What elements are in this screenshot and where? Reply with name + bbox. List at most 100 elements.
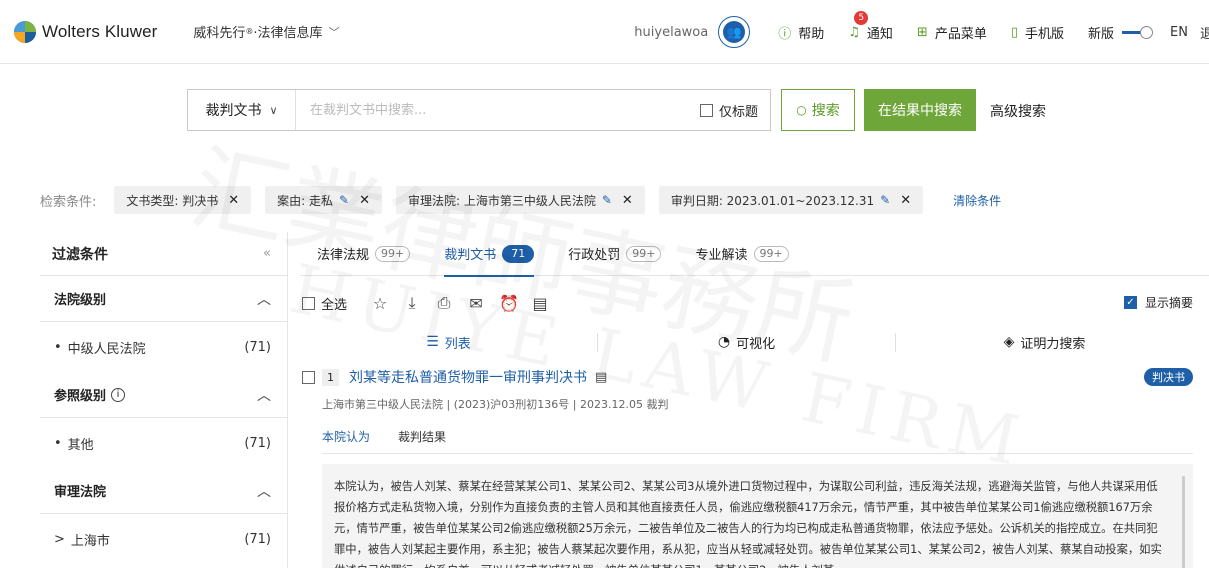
chip-text: 文书类型: 判决书 xyxy=(126,193,219,208)
section-title: 法院级别 xyxy=(54,293,107,308)
mail-icon[interactable]: ✉ xyxy=(467,294,485,313)
filter-title: 过滤条件 xyxy=(52,246,108,263)
collapse-sidebar-icon[interactable]: « xyxy=(263,246,271,261)
print-icon[interactable]: ⎙ xyxy=(435,293,453,313)
chevron-up-icon[interactable]: ︿ xyxy=(257,481,271,501)
mobile-version-label: 手机版 xyxy=(1025,26,1065,42)
tab-label: 专业解读 xyxy=(695,248,748,263)
filter-item-other[interactable]: • 其他 (71) xyxy=(40,418,287,468)
document-icon[interactable]: ▤ xyxy=(595,370,607,385)
new-version-toggle[interactable]: 新版 xyxy=(1088,23,1154,42)
item-prefix: • xyxy=(54,435,62,451)
view-evidence-search[interactable]: ◈ 证明力搜索 xyxy=(896,333,1193,352)
chevron-up-icon[interactable]: ︿ xyxy=(257,289,271,309)
item-label: 中级人民法院 xyxy=(67,341,146,357)
sub-tab-court-opinion[interactable]: 本院认为 xyxy=(322,428,370,453)
checkmark-icon[interactable]: ✓ xyxy=(1123,296,1137,309)
star-icon[interactable]: ☆ xyxy=(371,294,389,313)
user-group-icon: 👥 xyxy=(723,21,746,43)
doc-type-select[interactable]: 裁判文书 ∨ xyxy=(188,90,296,130)
tab-count: 99+ xyxy=(753,245,789,262)
title-only-checkbox[interactable]: 仅标题 xyxy=(699,101,758,120)
bell-icon: ♫ xyxy=(848,24,860,40)
result-excerpt: 本院认为，被告人刘某、蔡某在经营某某公司1、某某公司2、某某公司3从境外进口货物… xyxy=(322,464,1193,568)
result-checkbox[interactable] xyxy=(302,370,315,384)
select-all-checkbox[interactable]: 全选 xyxy=(302,294,347,313)
tab-judgments[interactable]: 裁判文书 71 xyxy=(444,232,535,277)
logout-link[interactable]: 退 xyxy=(1200,23,1209,42)
tab-count: 99+ xyxy=(626,245,662,262)
info-icon[interactable]: i xyxy=(111,387,126,402)
close-icon[interactable]: ✕ xyxy=(228,193,239,208)
download-icon[interactable]: ⤓ xyxy=(403,293,421,313)
tab-count: 71 xyxy=(502,244,535,263)
help-label: 帮助 xyxy=(798,26,825,42)
section-title: 参照级别 xyxy=(54,389,107,404)
notifications-link[interactable]: ♫ 5 通知 xyxy=(848,10,893,42)
condition-chip-doc-type: 文书类型: 判决书 ✕ xyxy=(114,186,252,214)
username[interactable]: huiyelawoa xyxy=(634,25,708,40)
item-count: (71) xyxy=(244,435,271,451)
list-icon: ☰ xyxy=(426,334,439,350)
product-switcher[interactable]: 威科先行 ® ·法律信息库 ﹀ xyxy=(193,22,339,42)
result-title-link[interactable]: 刘某等走私普通货物罪一审刑事判决书 xyxy=(349,367,587,387)
clear-conditions-link[interactable]: 清除条件 xyxy=(953,192,1001,209)
tab-admin-penalties[interactable]: 行政处罚 99+ xyxy=(568,232,662,276)
search-button[interactable]: ○ 搜索 xyxy=(781,89,855,131)
wolters-kluwer-logo-icon xyxy=(14,20,36,43)
avatar[interactable]: 👥 xyxy=(718,16,751,48)
help-icon: ⓘ xyxy=(778,26,792,42)
chevron-right-icon[interactable]: > xyxy=(54,532,65,547)
advanced-search-link[interactable]: 高级搜索 xyxy=(990,101,1046,121)
language-switch[interactable]: EN xyxy=(1170,25,1188,40)
edit-pencil-icon[interactable]: ✎ xyxy=(339,193,349,207)
view-list[interactable]: ☰ 列表 xyxy=(300,332,598,352)
notification-badge: 5 xyxy=(854,10,869,25)
help-link[interactable]: ⓘ 帮助 xyxy=(778,23,824,42)
close-icon[interactable]: ✕ xyxy=(359,193,370,208)
close-icon[interactable]: ✕ xyxy=(900,193,911,208)
filter-section-reference-level[interactable]: 参照级别 i ︿ xyxy=(40,372,287,418)
product-menu-link[interactable]: ⊞ 产品菜单 xyxy=(917,23,987,42)
mobile-icon: ▯ xyxy=(1010,24,1018,40)
tab-count: 99+ xyxy=(375,245,411,262)
layers-icon: ◈ xyxy=(1003,334,1015,350)
result-number: 1 xyxy=(322,368,339,386)
doc-type-value: 裁判文书 xyxy=(205,103,262,119)
item-label: 上海市 xyxy=(70,533,110,549)
scrollbar[interactable] xyxy=(1182,476,1185,568)
checkbox-box[interactable] xyxy=(302,296,315,310)
tab-expert-commentary[interactable]: 专业解读 99+ xyxy=(695,232,789,276)
search-in-results-button[interactable]: 在结果中搜索 xyxy=(864,89,976,131)
filter-section-court-level[interactable]: 法院级别 ︿ xyxy=(40,276,287,322)
select-all-label: 全选 xyxy=(321,297,348,313)
category-tabs: 法律法规 99+ 裁判文书 71 行政处罚 99+ 专业解读 99+ xyxy=(300,232,1209,277)
product-suffix: ·法律信息库 xyxy=(253,26,323,41)
sub-tab-judgment-result[interactable]: 裁判结果 xyxy=(398,428,446,453)
checkbox-box[interactable] xyxy=(699,103,713,117)
edit-pencil-icon[interactable]: ✎ xyxy=(602,193,612,207)
chip-text: 审判日期: 2023.01.01~2023.12.31 xyxy=(670,193,875,208)
show-summary-checkbox[interactable]: ✓ 显示摘要 xyxy=(1123,294,1193,311)
mobile-version-link[interactable]: ▯ 手机版 xyxy=(1011,23,1064,42)
toggle-switch[interactable] xyxy=(1122,26,1154,39)
view-visualization[interactable]: ◔ 可视化 xyxy=(598,332,896,352)
view-label: 证明力搜索 xyxy=(1020,336,1086,352)
grid-icon: ⊞ xyxy=(916,24,928,40)
filter-section-trial-court[interactable]: 审理法院 ︿ xyxy=(40,468,287,514)
condition-chip-court: 审理法院: 上海市第三中级人民法院 ✎ ✕ xyxy=(395,186,645,214)
filter-item-shanghai[interactable]: > 上海市 (71) xyxy=(40,514,287,564)
filter-item-intermediate-court[interactable]: • 中级人民法院 (71) xyxy=(40,322,287,372)
chevron-down-icon: ∨ xyxy=(269,103,278,117)
search-input[interactable] xyxy=(296,90,700,130)
result-meta: 上海市第三中级人民法院 | (2023)沪03刑初136号 | 2023.12.… xyxy=(322,398,669,411)
edit-pencil-icon[interactable]: ✎ xyxy=(880,193,890,207)
document-add-icon[interactable]: ▤ xyxy=(531,294,549,313)
brand-logo[interactable]: Wolters Kluwer xyxy=(14,20,157,43)
excerpt-text: 本院认为，被告人刘某、蔡某在经营某某公司1、某某公司2、某某公司3从境外进口货物… xyxy=(334,480,1162,568)
alarm-clock-icon[interactable]: ⏰ xyxy=(499,294,519,313)
close-icon[interactable]: ✕ xyxy=(622,193,633,208)
search-conditions: 检索条件: 文书类型: 判决书 ✕ 案由: 走私 ✎ ✕ 审理法院: 上海市第三… xyxy=(0,184,1209,216)
tab-laws[interactable]: 法律法规 99+ xyxy=(317,232,411,276)
chevron-up-icon[interactable]: ︿ xyxy=(257,385,271,405)
